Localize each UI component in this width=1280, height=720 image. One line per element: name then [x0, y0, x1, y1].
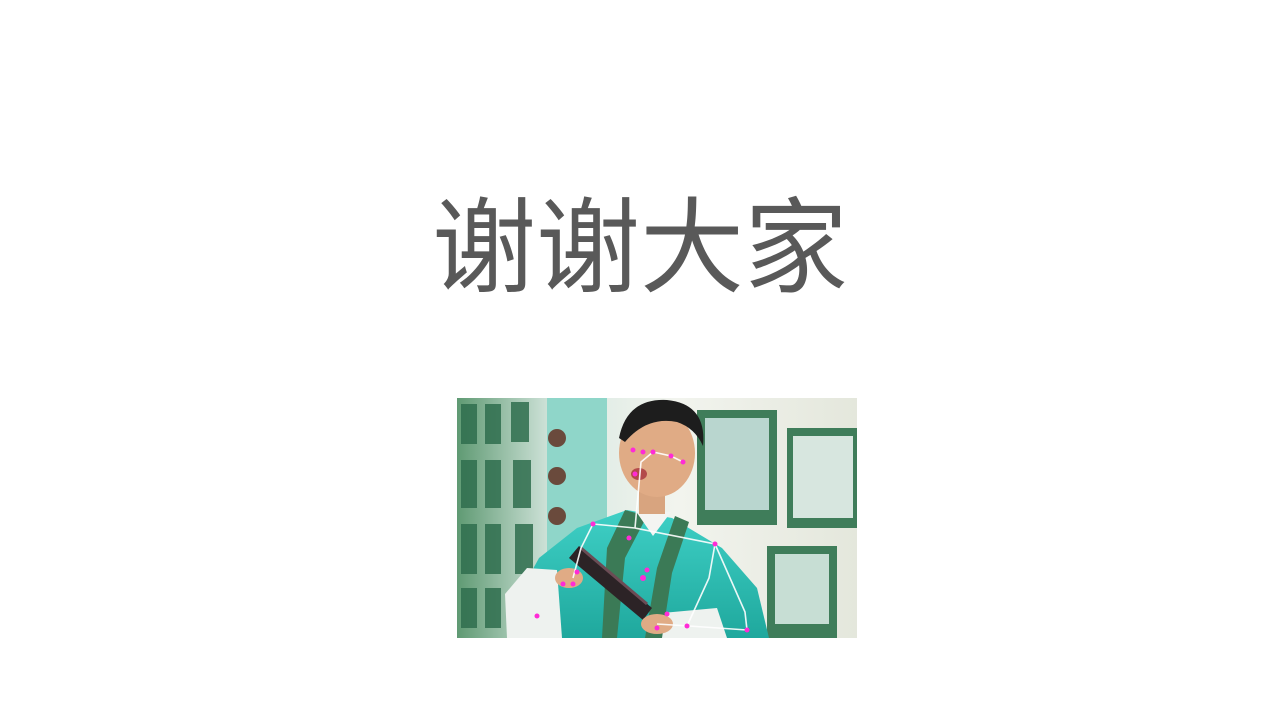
- slide: 谢谢大家: [0, 0, 1280, 720]
- pose-photo-illustration: [457, 398, 857, 638]
- pose-photo: [457, 398, 857, 638]
- slide-title: 谢谢大家: [431, 187, 848, 309]
